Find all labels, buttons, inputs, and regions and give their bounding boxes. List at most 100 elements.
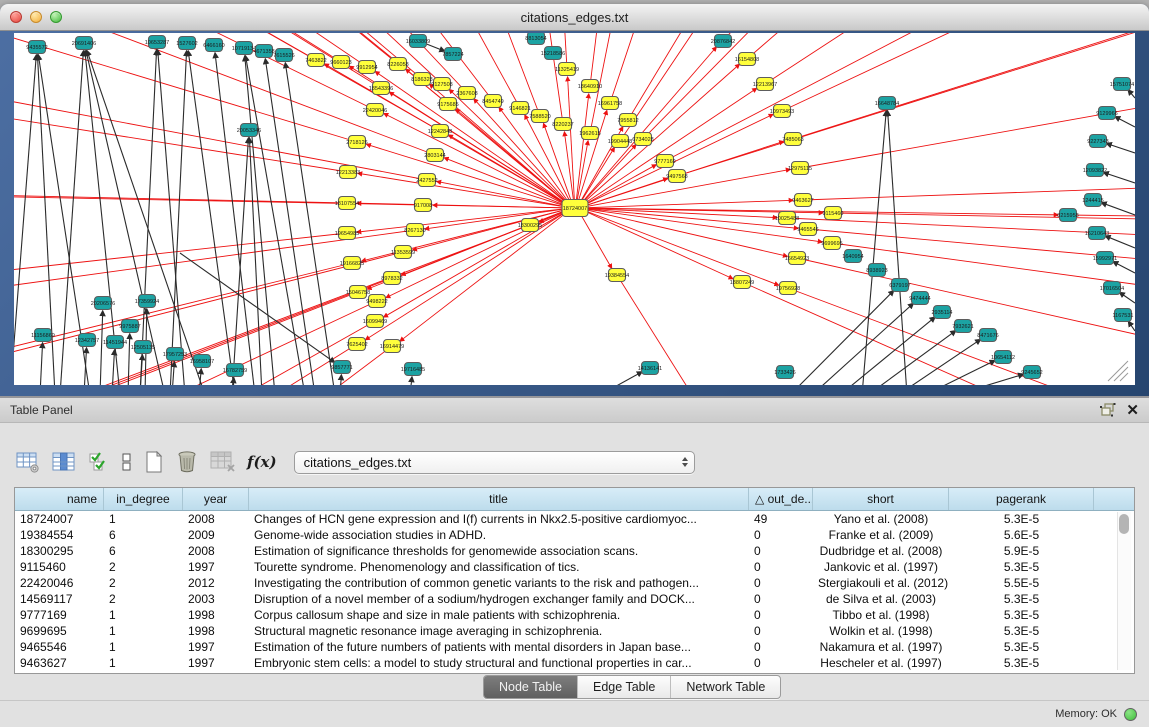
table-cell[interactable]: 2009 bbox=[183, 528, 249, 542]
graph-node[interactable]: 11325419 bbox=[555, 63, 579, 76]
table-cell[interactable]: de Silva et al. (2003) bbox=[813, 592, 949, 606]
graph-node[interactable]: 19904448 bbox=[608, 135, 632, 148]
table-cell[interactable]: Changes of HCN gene expression and I(f) … bbox=[249, 512, 749, 526]
graph-node[interactable]: 8220237 bbox=[552, 118, 573, 131]
table-cell[interactable]: 5.3E-5 bbox=[949, 656, 1094, 670]
tab-node-table[interactable]: Node Table bbox=[484, 676, 577, 698]
table-cell[interactable]: Dudbridge et al. (2008) bbox=[813, 544, 949, 558]
table-cell[interactable]: Hescheler et al. (1997) bbox=[813, 656, 949, 670]
table-cell[interactable]: 0 bbox=[749, 592, 813, 606]
column-header-in-degree[interactable]: in_degree bbox=[104, 488, 183, 510]
table-cell[interactable]: Tourette syndrome. Phenomenology and cla… bbox=[249, 560, 749, 574]
graph-node[interactable]: 10973493 bbox=[770, 105, 794, 118]
table-cell[interactable]: Stergiakouli et al. (2012) bbox=[813, 576, 949, 590]
table-cell[interactable]: Structural magnetic resonance image aver… bbox=[249, 624, 749, 638]
graph-node[interactable]: 917008 bbox=[414, 199, 432, 212]
table-cell[interactable]: 5.9E-5 bbox=[949, 544, 1094, 558]
table-cell[interactable]: 19384554 bbox=[15, 528, 104, 542]
graph-node[interactable]: 15218586 bbox=[541, 47, 565, 60]
table-cell[interactable]: Estimation of significance thresholds fo… bbox=[249, 544, 749, 558]
graph-node[interactable]: 9227343 bbox=[1087, 135, 1108, 148]
graph-node[interactable]: 16648784 bbox=[875, 97, 899, 110]
graph-node[interactable]: 18107554 bbox=[335, 197, 359, 210]
table-cell[interactable]: 5.3E-5 bbox=[949, 624, 1094, 638]
graph-node[interactable]: 7615526 bbox=[273, 49, 294, 62]
table-cell[interactable]: 2008 bbox=[183, 544, 249, 558]
memory-ok-indicator-icon[interactable] bbox=[1124, 708, 1137, 721]
graph-node[interactable]: 1962615 bbox=[579, 127, 600, 140]
graph-node[interactable]: 11353599 bbox=[391, 246, 415, 259]
minimize-window-icon[interactable] bbox=[30, 11, 42, 23]
table-settings-icon[interactable] bbox=[16, 448, 41, 476]
table-cell[interactable]: 2 bbox=[104, 592, 183, 606]
graph-node[interactable]: 9245652 bbox=[1021, 366, 1042, 379]
graph-node[interactable]: 2803144 bbox=[424, 149, 445, 162]
graph-node[interactable]: 16958107 bbox=[190, 355, 214, 368]
graph-node[interactable]: 9465546 bbox=[797, 223, 818, 236]
table-cell[interactable]: 2003 bbox=[183, 592, 249, 606]
graph-node[interactable]: 9129966 bbox=[1096, 107, 1117, 120]
graph-node[interactable]: 4671358 bbox=[253, 45, 274, 58]
graph-node[interactable]: 9474444 bbox=[909, 292, 930, 305]
graph-node[interactable]: 22420046 bbox=[363, 104, 387, 117]
table-cell[interactable]: 1 bbox=[104, 624, 183, 638]
table-cell[interactable]: 14569117 bbox=[15, 592, 104, 606]
table-row[interactable]: 977716911998Corpus callosum shape and si… bbox=[15, 607, 1134, 623]
graph-node[interactable]: 12975115 bbox=[788, 162, 812, 175]
table-row[interactable]: 911546021997Tourette syndrome. Phenomeno… bbox=[15, 559, 1134, 575]
graph-node[interactable]: 2367608 bbox=[456, 87, 477, 100]
zoom-window-icon[interactable] bbox=[50, 11, 62, 23]
table-cell[interactable]: 1 bbox=[104, 640, 183, 654]
graph-node[interactable]: 2935114 bbox=[931, 306, 952, 319]
graph-node[interactable]: 8938923 bbox=[866, 264, 887, 277]
table-row[interactable]: 946554611997Estimation of the future num… bbox=[15, 639, 1134, 655]
table-row[interactable]: 1938455462009Genome-wide association stu… bbox=[15, 527, 1134, 543]
show-columns-icon[interactable] bbox=[52, 448, 77, 476]
table-cell[interactable]: 0 bbox=[749, 608, 813, 622]
table-cell[interactable]: 0 bbox=[749, 576, 813, 590]
window-titlebar[interactable]: citations_edges.txt bbox=[0, 4, 1149, 31]
graph-node[interactable]: 2427552 bbox=[416, 174, 437, 187]
graph-node[interactable]: 9146821 bbox=[509, 102, 530, 115]
table-cell[interactable]: Tibbo et al. (1998) bbox=[813, 608, 949, 622]
table-cell[interactable]: Yano et al. (2008) bbox=[813, 512, 949, 526]
graph-node[interactable]: 16210643 bbox=[1085, 227, 1109, 240]
table-cell[interactable]: 2 bbox=[104, 576, 183, 590]
table-row[interactable]: 1456911722003Disruption of a novel membe… bbox=[15, 591, 1134, 607]
graph-node[interactable]: 11156869 bbox=[31, 329, 55, 342]
graph-node[interactable]: 16154808 bbox=[735, 53, 759, 66]
graph-node[interactable]: 1167531 bbox=[1112, 309, 1133, 322]
table-cell[interactable]: 6 bbox=[104, 544, 183, 558]
table-cell[interactable]: 5.3E-5 bbox=[949, 560, 1094, 574]
column-header-name[interactable]: name bbox=[15, 488, 104, 510]
graph-node[interactable]: 15992971 bbox=[1093, 252, 1117, 265]
graph-node[interactable]: 19384554 bbox=[605, 269, 629, 282]
graph-node[interactable]: 6379197 bbox=[889, 279, 910, 292]
graph-node[interactable]: 18543396 bbox=[369, 82, 393, 95]
table-cell[interactable]: Investigating the contribution of common… bbox=[249, 576, 749, 590]
delete-column-icon[interactable] bbox=[175, 448, 199, 476]
graph-node[interactable]: 12213383 bbox=[336, 166, 360, 179]
float-panel-icon[interactable] bbox=[1100, 396, 1116, 424]
graph-node[interactable]: 8454749 bbox=[482, 95, 503, 108]
graph-node[interactable]: 17957253 bbox=[163, 348, 187, 361]
graph-node[interactable]: 12242848 bbox=[428, 125, 452, 138]
table-cell[interactable]: 5.3E-5 bbox=[949, 640, 1094, 654]
table-cell[interactable]: 1997 bbox=[183, 656, 249, 670]
tab-edge-table[interactable]: Edge Table bbox=[577, 676, 670, 698]
table-cell[interactable]: 2008 bbox=[183, 512, 249, 526]
table-cell[interactable]: 5.5E-5 bbox=[949, 576, 1094, 590]
graph-node[interactable]: 11451944 bbox=[103, 336, 127, 349]
graph-node[interactable]: 6734028 bbox=[632, 133, 653, 146]
graph-node[interactable]: 8267130 bbox=[404, 224, 425, 237]
column-header-year[interactable]: year bbox=[183, 488, 249, 510]
graph-node[interactable]: 15046758 bbox=[346, 286, 370, 299]
graph-node[interactable]: 17016504 bbox=[1100, 282, 1124, 295]
table-cell[interactable]: Jankovic et al. (1997) bbox=[813, 560, 949, 574]
graph-node[interactable]: 19716485 bbox=[401, 363, 425, 376]
citation-network-graph[interactable]: 9435572206914061065328715276026466160107… bbox=[14, 33, 1135, 385]
graph-node[interactable]: 8226058 bbox=[387, 58, 408, 71]
graph-node[interactable]: 9115460 bbox=[822, 207, 843, 220]
graph-node[interactable]: 7625402 bbox=[346, 338, 367, 351]
graph-node[interactable]: 12342757 bbox=[75, 334, 99, 347]
